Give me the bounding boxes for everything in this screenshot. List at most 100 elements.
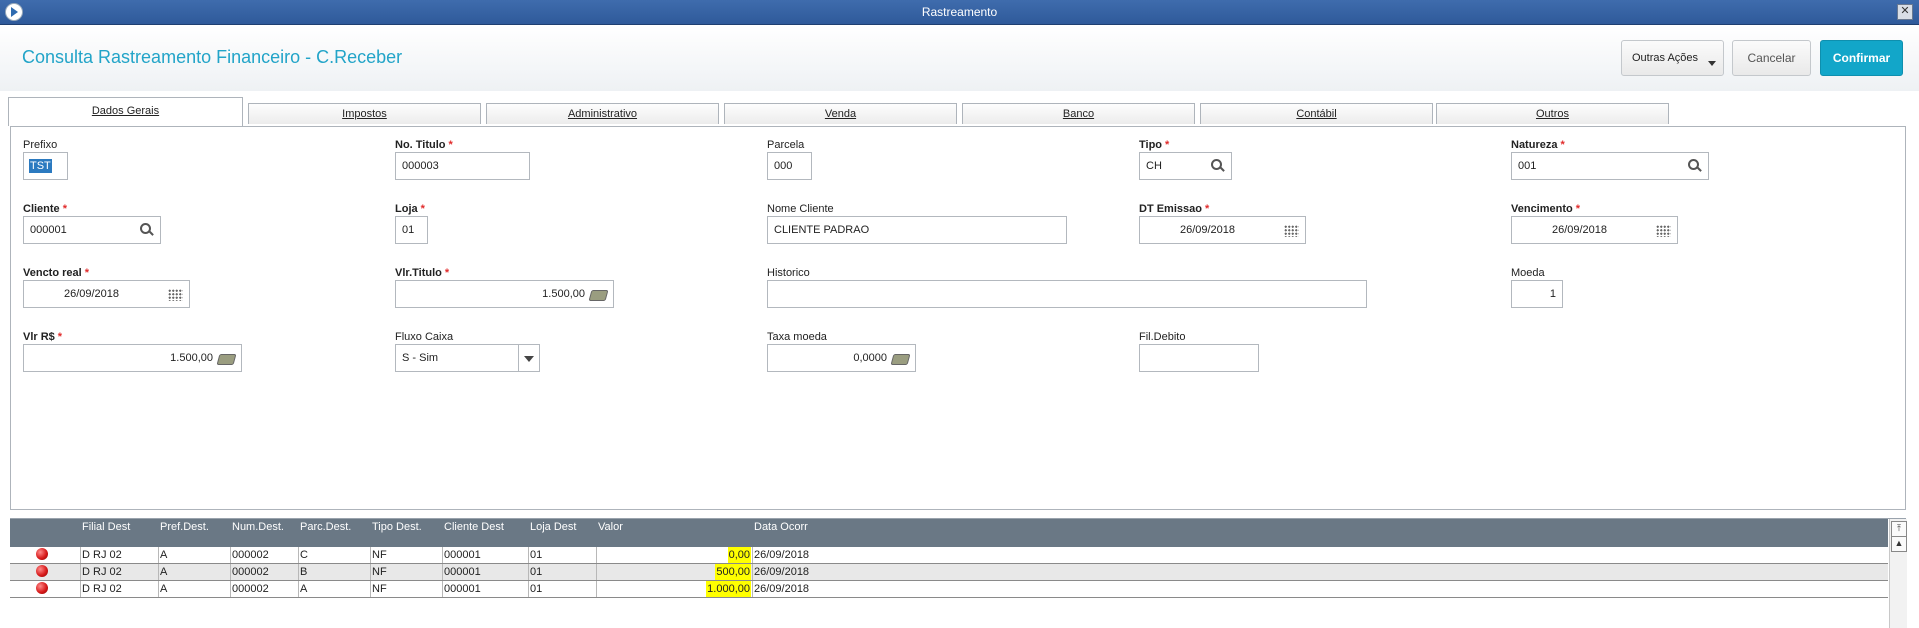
col-loja-dest[interactable]: Loja Dest [530,521,576,533]
vencimento-field[interactable]: 26/09/2018 [1511,216,1678,244]
cell-num: 000002 [232,566,269,578]
vlr-titulo-field[interactable]: 1.500,00 [395,280,614,308]
prefixo-field[interactable]: TST [23,152,68,180]
cell-parc: B [300,566,308,578]
window-titlebar: Rastreamento ✕ [0,0,1919,25]
cell-tipo: NF [372,583,387,595]
col-data-ocorr[interactable]: Data Ocorr [754,521,808,533]
loja-label: Loja * [395,203,425,215]
cell-filial: D RJ 02 [82,549,122,561]
table-row[interactable]: D RJ 02 A 000002 B NF 000001 01 500,00 2… [10,564,1888,581]
vencto-real-field[interactable]: 26/09/2018 [23,280,190,308]
historico-field[interactable] [767,280,1367,308]
natureza-label: Natureza * [1511,139,1565,151]
status-red-icon [36,565,48,577]
col-num-dest[interactable]: Num.Dest. [232,521,284,533]
moeda-label: Moeda [1511,267,1545,279]
money-icon[interactable] [588,290,609,301]
col-pref-dest[interactable]: Pref.Dest. [160,521,209,533]
fluxo-caixa-select[interactable]: S - Sim [395,344,540,372]
tab-outros[interactable]: Outros [1436,103,1669,124]
table-row[interactable]: D RJ 02 A 000002 A NF 000001 01 1.000,00… [10,581,1888,598]
fil-debito-label: Fil.Debito [1139,331,1186,343]
cell-pref: A [160,549,168,561]
prefixo-label: Prefixo [23,139,58,151]
confirm-button[interactable]: Confirmar [1820,40,1903,76]
cancel-button[interactable]: Cancelar [1732,40,1811,76]
search-icon[interactable] [140,223,154,237]
grid-scrollbar[interactable]: ⤒ ▲ [1889,519,1907,628]
search-icon[interactable] [1688,159,1702,173]
cell-filial: D RJ 02 [82,583,122,595]
loja-field[interactable]: 01 [395,216,428,244]
tab-contabil[interactable]: Contábil [1200,103,1433,124]
cell-loja: 01 [530,583,543,595]
prefixo-value: TST [29,159,52,173]
cell-num: 000002 [232,583,269,595]
vlr-titulo-label: Vlr.Titulo * [395,267,450,279]
page-header: Consulta Rastreamento Financeiro - C.Rec… [0,25,1919,91]
historico-label: Historico [767,267,810,279]
parcela-label: Parcela [767,139,805,151]
tab-dados-gerais[interactable]: Dados Gerais [8,97,243,126]
dt-emissao-label: DT Emissao * [1139,203,1210,215]
vlr-rs-field[interactable]: 1.500,00 [23,344,242,372]
col-filial-dest[interactable]: Filial Dest [82,521,130,533]
tab-venda[interactable]: Venda [724,103,957,124]
no-titulo-field[interactable]: 000003 [395,152,530,180]
dt-emissao-field[interactable]: 26/09/2018 [1139,216,1306,244]
search-icon[interactable] [1211,159,1225,173]
cell-tipo: NF [372,549,387,561]
more-actions-label: Outras Ações [1632,52,1699,64]
moeda-field[interactable]: 1 [1511,280,1563,308]
tipo-label: Tipo * [1139,139,1170,151]
cliente-label: Cliente * [23,203,67,215]
cell-valor: 500,00 [715,564,751,580]
tipo-field[interactable]: CH [1139,152,1232,180]
cell-pref: A [160,583,168,595]
tab-banco[interactable]: Banco [962,103,1195,124]
calendar-icon[interactable] [168,289,183,301]
cliente-field[interactable]: 000001 [23,216,161,244]
cell-data: 26/09/2018 [754,566,810,578]
grid-header: Filial Dest Pref.Dest. Num.Dest. Parc.De… [10,519,1888,547]
money-icon[interactable] [890,354,911,365]
more-actions-button[interactable]: Outras Ações [1621,40,1724,76]
natureza-field[interactable]: 001 [1511,152,1709,180]
scroll-up-icon[interactable]: ▲ [1891,536,1907,552]
vencto-real-label: Vencto real * [23,267,89,279]
parcela-field[interactable]: 000 [767,152,812,180]
calendar-icon[interactable] [1656,225,1671,237]
cell-filial: D RJ 02 [82,566,122,578]
cell-pref: A [160,566,168,578]
cell-data: 26/09/2018 [754,549,810,561]
col-parc-dest[interactable]: Parc.Dest. [300,521,351,533]
tracking-grid: Filial Dest Pref.Dest. Num.Dest. Parc.De… [10,518,1907,628]
tab-impostos[interactable]: Impostos [248,103,481,124]
fluxo-caixa-label: Fluxo Caixa [395,331,454,343]
cell-data: 26/09/2018 [754,583,810,595]
table-row[interactable]: D RJ 02 A 000002 C NF 000001 01 0,00 26/… [10,547,1888,564]
col-tipo-dest[interactable]: Tipo Dest. [372,521,422,533]
scroll-top-icon[interactable]: ⤒ [1891,521,1907,537]
nome-cliente-field[interactable]: CLIENTE PADRAO [767,216,1067,244]
cell-cliente: 000001 [444,549,481,561]
page-title: Consulta Rastreamento Financeiro - C.Rec… [22,47,403,67]
col-valor[interactable]: Valor [598,521,623,533]
status-red-icon [36,548,48,560]
cell-valor: 1.000,00 [706,581,751,597]
vlr-rs-label: Vlr R$ * [23,331,63,343]
window-title: Rastreamento [921,5,998,19]
calendar-icon[interactable] [1284,225,1299,237]
chevron-down-icon[interactable] [518,345,539,371]
col-cliente-dest[interactable]: Cliente Dest [444,521,504,533]
taxa-moeda-field[interactable]: 0,0000 [767,344,916,372]
status-red-icon [36,582,48,594]
no-titulo-label: No. Titulo * [395,139,453,151]
form-panel: Prefixo TST No. Titulo * 000003 Parcela 0… [10,126,1906,510]
close-icon[interactable]: ✕ [1897,4,1913,20]
tab-administrativo[interactable]: Administrativo [486,103,719,124]
fil-debito-field[interactable] [1139,344,1259,372]
money-icon[interactable] [216,354,237,365]
cell-cliente: 000001 [444,583,481,595]
